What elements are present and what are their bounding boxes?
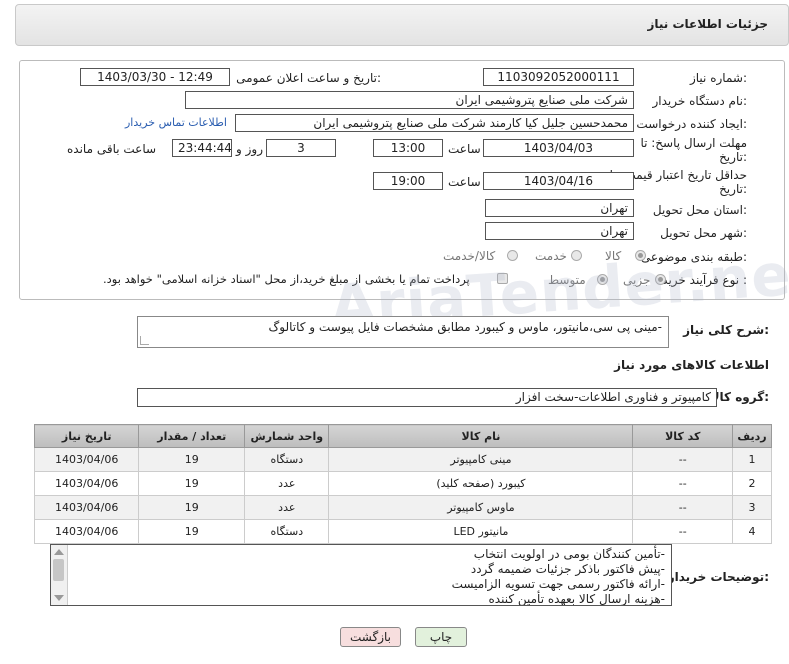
col-unit: واحد شمارش [244,424,330,448]
cell-unit: دستگاه [244,519,330,544]
table-row[interactable]: 4 -- مانیتور LED دستگاه 19 1403/04/06 [33,519,772,544]
remaining-time-field[interactable]: 23:44:44 [172,139,232,157]
buyer-org-label: نام دستگاه خریدار: [652,94,748,108]
requester-label: ایجاد کننده درخواست: [636,117,747,131]
cell-name: مینی کامپیوتر [328,447,634,472]
col-name: نام کالا [328,424,634,448]
reply-date-field[interactable]: 1403/04/03 [483,139,634,157]
scroll-up-icon[interactable] [54,549,64,555]
days-label: روز و [236,142,263,156]
table-row[interactable]: 2 -- کیبورد (صفحه کلید) عدد 19 1403/04/0… [33,471,772,496]
cell-code: -- [632,495,734,520]
cell-row: 1 [732,447,772,472]
buyer-notes-label: توضیحات خریدار: [667,570,769,584]
cell-row: 2 [732,471,772,496]
buyer-contact-link[interactable]: اطلاعات تماس خریدار [125,116,227,129]
description-text: -مینی پی سی،مانیتور، ماوس و کیبورد مطابق… [268,320,662,334]
announce-label: تاریخ و ساعت اعلان عمومی: [236,71,381,85]
col-date: تاریخ نیاز [33,424,140,448]
need-number-field[interactable]: 1103092052000111 [483,68,634,86]
scroll-down-icon[interactable] [54,595,64,601]
price-validity-time-field[interactable]: 19:00 [373,172,443,190]
goods-table: ردیف کد کالا نام کالا واحد شمارش تعداد /… [33,424,772,544]
cell-code: -- [632,519,734,544]
print-button[interactable]: چاپ [415,627,467,647]
cell-unit: عدد [244,471,330,496]
cell-qty: 19 [138,447,246,472]
cell-qty: 19 [138,471,246,496]
reply-deadline-label-date: تاریخ: [719,150,747,164]
cell-name: مانیتور LED [328,519,634,544]
description-label: شرح کلی نیاز: [683,323,769,337]
buyer-note-line: -پیش فاکتور باذکر جزئیات ضمیمه گردد [470,562,665,576]
reply-time-label: ساعت [448,142,481,156]
col-row: ردیف [732,424,772,448]
goods-info-title: اطلاعات کالاهای مورد نیاز [614,358,769,372]
cell-unit: عدد [244,495,330,520]
cell-qty: 19 [138,519,246,544]
cell-date: 1403/04/06 [33,471,140,496]
cell-unit: دستگاه [244,447,330,472]
cell-code: -- [632,471,734,496]
reply-time-field[interactable]: 13:00 [373,139,443,157]
province-field[interactable]: تهران [485,199,634,217]
goods-group-label: گروه کالا: [710,390,769,404]
page-title: جزئیات اطلاعات نیاز [647,17,768,31]
cell-row: 3 [732,495,772,520]
buyer-notes-textarea[interactable]: -تأمین کنندگان بومی در اولویت انتخاب -پی… [50,544,672,606]
scroll-thumb[interactable] [53,559,64,581]
need-number-label: شماره نیاز: [689,71,747,85]
cell-code: -- [632,447,734,472]
cell-date: 1403/04/06 [33,519,140,544]
buyer-note-line: -تأمین کنندگان بومی در اولویت انتخاب [473,547,665,561]
cell-name: کیبورد (صفحه کلید) [328,471,634,496]
back-button[interactable]: بازگشت [340,627,401,647]
price-validity-time-label: ساعت [448,175,481,189]
goods-group-field[interactable]: کامپیوتر و فناوری اطلاعات-سخت افزار [137,388,717,407]
table-header-row: ردیف کد کالا نام کالا واحد شمارش تعداد /… [33,424,772,448]
cell-name: ماوس کامپیوتر [328,495,634,520]
cell-qty: 19 [138,495,246,520]
buyer-note-line: -ارائه فاکتور رسمی جهت تسویه الزامیست [451,577,665,591]
page-header: جزئیات اطلاعات نیاز [15,4,789,46]
table-row[interactable]: 3 -- ماوس کامپیوتر عدد 19 1403/04/06 [33,495,772,520]
city-label: شهر محل تحویل: [660,226,747,240]
price-validity-label-date: تاریخ: [719,182,747,196]
table-row[interactable]: 1 -- مینی کامپیوتر دستگاه 19 1403/04/06 [33,447,772,472]
announce-datetime-field[interactable]: 1403/03/30 - 12:49 [80,68,230,86]
description-textarea[interactable]: -مینی پی سی،مانیتور، ماوس و کیبورد مطابق… [137,316,669,348]
requester-field[interactable]: محمدحسین جلیل کیا کارمند شرکت ملی صنایع … [235,114,634,132]
buyer-org-field[interactable]: شرکت ملی صنایع پتروشیمی ایران [185,91,634,109]
cell-date: 1403/04/06 [33,495,140,520]
cell-date: 1403/04/06 [33,447,140,472]
city-field[interactable]: تهران [485,222,634,240]
cell-row: 4 [732,519,772,544]
remaining-label: ساعت باقی مانده [67,142,157,156]
reply-days-field[interactable]: 3 [266,139,336,157]
col-qty: تعداد / مقدار [138,424,246,448]
reply-deadline-label: مهلت ارسال پاسخ: تا [640,136,747,150]
resize-handle-icon[interactable] [140,336,149,345]
province-label: استان محل تحویل: [652,203,747,217]
notes-scrollbar[interactable] [51,545,68,605]
buyer-note-line: -هزینه ارسال کالا بعهده تأمین کننده [488,592,665,606]
price-validity-date-field[interactable]: 1403/04/16 [483,172,634,190]
col-code: کد کالا [632,424,734,448]
